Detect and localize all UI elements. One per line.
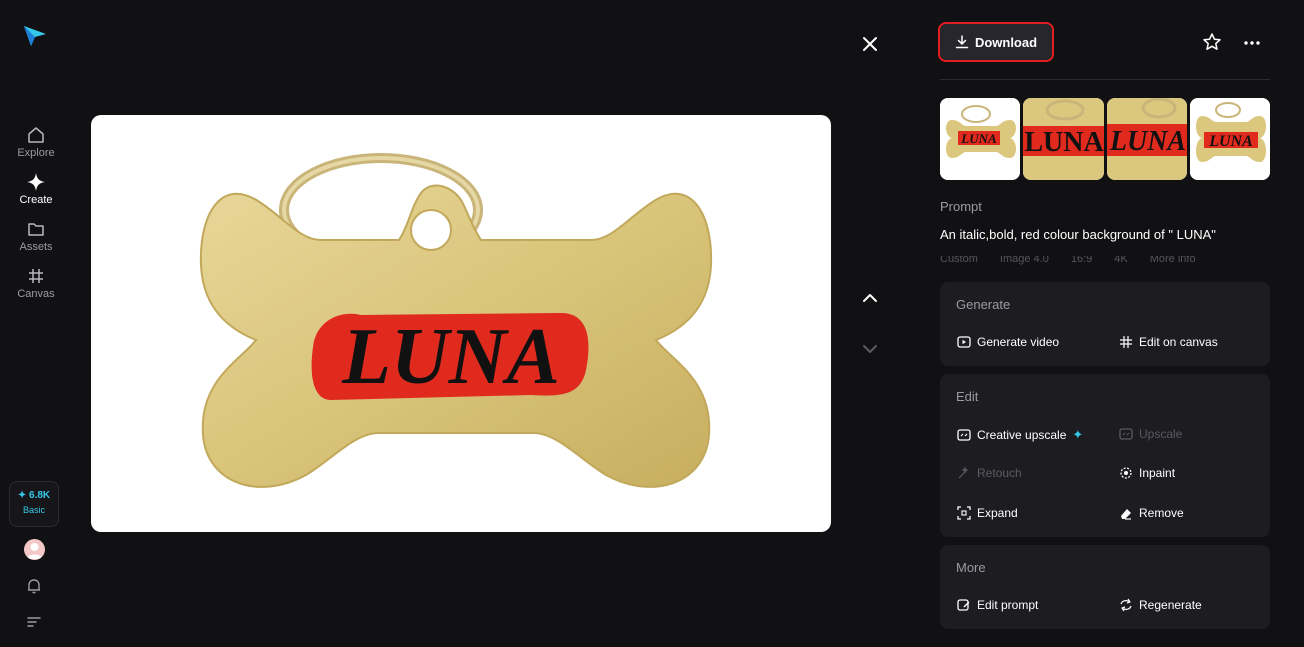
retouch-label: Retouch xyxy=(977,466,1022,480)
star-icon[interactable] xyxy=(1202,32,1222,52)
avatar[interactable] xyxy=(24,539,45,560)
credits-badge[interactable]: ✦ 6.8K Basic xyxy=(9,481,59,527)
retouch-button[interactable]: Retouch xyxy=(957,466,1022,480)
edit-prompt-icon xyxy=(957,599,970,611)
thumbnail-text: LUNA xyxy=(1108,126,1185,157)
more-options-icon[interactable] xyxy=(1242,33,1262,53)
meta-resolution: 4K xyxy=(1114,256,1128,265)
menu-icon[interactable] xyxy=(26,615,42,629)
prompt-meta-row: Custom Image 4.0 16:9 4K More info xyxy=(940,256,1270,266)
home-icon xyxy=(28,127,44,143)
creative-upscale-label: Creative upscale xyxy=(977,428,1067,442)
remove-label: Remove xyxy=(1139,506,1184,520)
inpaint-button[interactable]: Inpaint xyxy=(1119,466,1175,480)
upscale-icon xyxy=(1119,428,1133,440)
credits-count: ✦ 6.8K xyxy=(17,490,51,501)
video-icon xyxy=(957,336,971,348)
thumbnail-1[interactable]: LUNA xyxy=(940,98,1021,180)
close-icon[interactable] xyxy=(858,32,882,56)
nav-label-create: Create xyxy=(19,194,53,206)
thumbnail-2[interactable]: LUNA xyxy=(1023,98,1104,180)
nav-item-create[interactable]: Create xyxy=(0,172,72,206)
thumbnail-text: LUNA xyxy=(960,131,997,146)
refresh-icon xyxy=(1120,598,1132,612)
retouch-icon xyxy=(958,466,969,479)
generate-video-label: Generate video xyxy=(977,335,1060,349)
prompt-label: Prompt xyxy=(940,199,982,214)
nav-label-assets: Assets xyxy=(19,241,53,253)
thumbnail-image: LUNA xyxy=(1106,98,1187,180)
details-panel: Download LUNA LUNA LUNA LUNA Prompt An i… xyxy=(938,0,1270,647)
remove-button[interactable]: Remove xyxy=(1119,506,1184,520)
regenerate-label: Regenerate xyxy=(1139,598,1202,612)
meta-model-version: Image 4.0 xyxy=(999,256,1049,265)
download-icon xyxy=(955,35,969,49)
divider xyxy=(940,79,1270,80)
thumbnail-4[interactable]: LUNA xyxy=(1189,98,1270,180)
edit-on-canvas-label: Edit on canvas xyxy=(1139,335,1218,349)
regenerate-button[interactable]: Regenerate xyxy=(1119,598,1202,612)
chevron-up-icon[interactable] xyxy=(859,287,881,309)
generate-section-title: Generate xyxy=(956,297,1011,312)
avatar-icon xyxy=(27,543,42,559)
folder-icon xyxy=(28,223,44,236)
left-rail: Explore Create Assets Canvas ✦ 6.8K Basi… xyxy=(0,0,72,647)
thumbnail-strip: LUNA LUNA LUNA LUNA xyxy=(940,98,1270,180)
meta-model-type: Custom xyxy=(940,256,978,265)
generate-video-button[interactable]: Generate video xyxy=(957,335,1059,349)
thumbnail-image: LUNA xyxy=(1023,98,1104,180)
edit-section-title: Edit xyxy=(956,389,979,404)
generate-section: Generate Generate video Edit on canvas xyxy=(940,282,1270,366)
expand-button[interactable]: Expand xyxy=(957,506,1018,520)
edit-section: Edit Creative upscale ✦ Upscale Retouch … xyxy=(940,374,1270,537)
more-section-title: More xyxy=(956,560,986,575)
upscale-icon xyxy=(957,429,971,441)
download-label: Download xyxy=(974,34,1038,50)
expand-label: Expand xyxy=(977,506,1018,520)
nav-item-explore[interactable]: Explore xyxy=(0,125,72,159)
edit-prompt-button[interactable]: Edit prompt xyxy=(957,598,1038,612)
app-logo-icon[interactable] xyxy=(22,24,48,48)
bone-tag-image: LUNA xyxy=(199,153,713,488)
more-section: More Edit prompt Regenerate xyxy=(940,545,1270,629)
meta-more-info[interactable]: More info xyxy=(1150,256,1196,266)
chevron-down-icon[interactable] xyxy=(859,338,881,360)
upscale-label: Upscale xyxy=(1139,427,1183,441)
upscale-button[interactable]: Upscale xyxy=(1119,427,1182,441)
canvas-icon xyxy=(1120,336,1132,348)
inpaint-label: Inpaint xyxy=(1139,466,1176,480)
thumbnail-3[interactable]: LUNA xyxy=(1106,98,1187,180)
nav-item-assets[interactable]: Assets xyxy=(0,219,72,253)
eraser-icon xyxy=(1121,509,1131,520)
meta-aspect-ratio: 16:9 xyxy=(1070,256,1093,265)
nav-label-canvas: Canvas xyxy=(17,288,55,300)
bell-icon[interactable] xyxy=(25,577,43,595)
tag-text: LUNA xyxy=(341,313,560,401)
thumbnail-image: LUNA xyxy=(1189,98,1270,180)
download-button[interactable]: Download xyxy=(938,22,1054,62)
expand-icon xyxy=(957,506,971,520)
thumbnail-text: LUNA xyxy=(1025,127,1104,158)
prompt-text: An italic,bold, red colour background of… xyxy=(940,227,1216,242)
image-preview: LUNA xyxy=(91,115,831,532)
inpaint-icon xyxy=(1120,467,1132,479)
edit-on-canvas-button[interactable]: Edit on canvas xyxy=(1119,335,1218,349)
sparkle-icon xyxy=(27,173,45,191)
nav-item-canvas[interactable]: Canvas xyxy=(0,266,72,300)
nav-label-explore: Explore xyxy=(17,147,55,159)
canvas-icon xyxy=(29,269,43,283)
plan-label: Basic xyxy=(22,505,45,515)
thumbnail-image: LUNA xyxy=(940,98,1021,180)
thumbnail-text: LUNA xyxy=(1208,133,1253,150)
edit-prompt-label: Edit prompt xyxy=(977,598,1039,612)
sparkle-icon: ✦ xyxy=(1072,427,1084,442)
creative-upscale-button[interactable]: Creative upscale ✦ xyxy=(957,427,1083,443)
